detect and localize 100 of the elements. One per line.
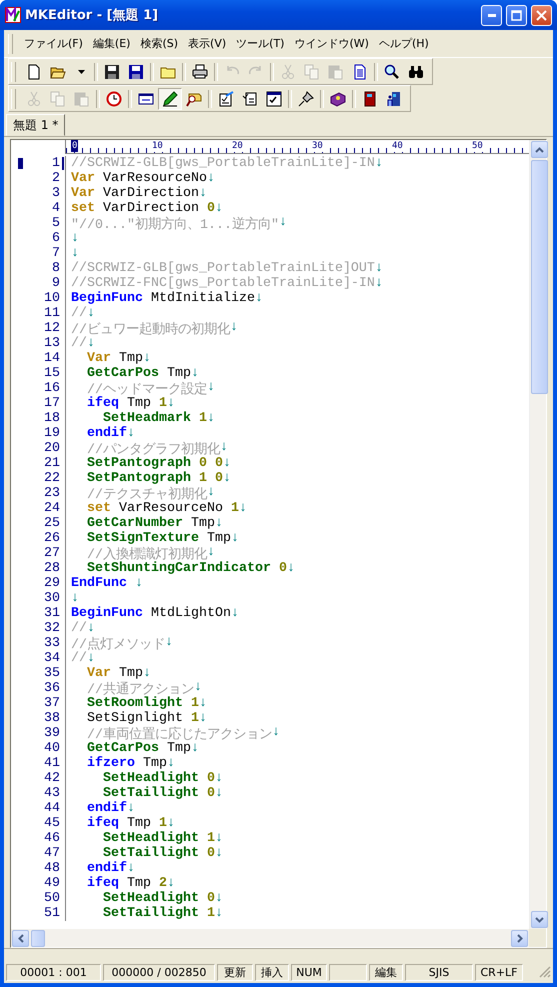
code-comment: //車両位置に応じたアクション xyxy=(86,726,272,742)
menu-item[interactable]: ヘルプ(H) xyxy=(374,34,434,53)
scissors-icon xyxy=(280,64,296,80)
code-comment: "//0..."初期方向、1...逆方向" xyxy=(71,216,279,232)
status-text: 00001 : 001 xyxy=(6,964,101,980)
line-number: 31 xyxy=(44,606,61,621)
text-caret xyxy=(62,157,64,170)
code-keyword: ifeq xyxy=(86,876,119,891)
app-icon xyxy=(5,7,21,23)
checklist-icon xyxy=(242,90,258,106)
line-number: 13 xyxy=(44,336,61,351)
code-number: 0 xyxy=(206,786,215,801)
line-break-mark: ↓ xyxy=(230,606,239,621)
code-text: Tmp xyxy=(126,396,152,411)
line-number: 24 xyxy=(44,501,61,516)
line-break-mark: ↓ xyxy=(198,711,207,726)
code-keyword: endif xyxy=(86,801,127,816)
code-comment: //SCRWIZ-GLB[gws_PortableTrainLite]-IN xyxy=(71,156,375,171)
menu-item[interactable]: 編集(E) xyxy=(88,34,136,53)
code-number: 1 xyxy=(159,816,167,831)
scroll-up-button[interactable] xyxy=(531,141,548,158)
line-break-mark: ↓ xyxy=(214,201,223,216)
code-text: MtdInitialize xyxy=(150,291,255,306)
line-number: 47 xyxy=(44,846,61,861)
code-text: Tmp xyxy=(206,531,231,546)
line-number: 33 xyxy=(44,636,61,651)
code-number: 1 xyxy=(159,396,167,411)
line-break-mark: ↓ xyxy=(222,471,231,486)
code-comment: //共通アクション xyxy=(86,680,194,698)
line-break-mark: ↓ xyxy=(194,680,202,696)
code-command: SetTaillight xyxy=(102,786,199,801)
window-title: MKEditor - [無題 1] xyxy=(25,7,160,24)
line-number: 7 xyxy=(52,246,61,261)
line-break-mark: ↓ xyxy=(214,831,223,846)
code-keyword: endif xyxy=(86,861,127,876)
code-number: 0 xyxy=(206,891,215,906)
binoculars-icon xyxy=(408,64,424,80)
scroll-down-button[interactable] xyxy=(531,911,548,928)
line-break-mark: ↓ xyxy=(214,891,223,906)
code-text: Tmp xyxy=(126,876,152,891)
line-break-mark: ↓ xyxy=(167,816,175,831)
maximize-icon xyxy=(511,10,522,20)
line-break-mark: ↓ xyxy=(254,291,263,306)
line-break-mark: ↓ xyxy=(167,396,175,411)
code-command: GetCarPos xyxy=(86,366,159,381)
code-comment: //テクスチャ初期化 xyxy=(86,486,207,502)
code-command: SetShuntingCarIndicator xyxy=(86,561,271,576)
menu-item[interactable]: ファイル(F) xyxy=(19,34,88,53)
line-break-mark: ↓ xyxy=(214,846,223,861)
code-comment: // xyxy=(71,621,87,636)
line-number: 51 xyxy=(44,906,61,921)
code-comment: //ヘッドマーク設定 xyxy=(86,380,207,398)
close-button[interactable] xyxy=(531,4,552,26)
scroll-thumb[interactable] xyxy=(531,160,548,394)
code-command: SetHeadlight xyxy=(102,771,199,786)
line-number: 35 xyxy=(44,666,61,681)
horizontal-scrollbar[interactable] xyxy=(11,929,529,947)
code-comment: //パンタグラフ初期化 xyxy=(86,440,220,458)
code-comment: //ビュワー起動時の初期化 xyxy=(71,320,230,338)
code-number: 0 0 xyxy=(198,456,223,471)
menu-item[interactable]: 表示(V) xyxy=(183,34,232,53)
line-number: 46 xyxy=(44,831,61,846)
code-number: 1 xyxy=(230,501,239,516)
code-number: 0 xyxy=(206,846,215,861)
line-number: 34 xyxy=(44,651,61,666)
line-number: 4 xyxy=(52,201,61,216)
minimize-button[interactable] xyxy=(481,4,502,26)
code-keyword: ifeq xyxy=(86,816,119,831)
code-command: GetCarNumber xyxy=(86,516,183,531)
code-number: 0 xyxy=(206,201,215,216)
line-number: 32 xyxy=(44,621,61,636)
scroll-left-button[interactable] xyxy=(12,930,29,946)
line-number: 48 xyxy=(44,861,61,876)
scroll-right-button[interactable] xyxy=(511,930,528,946)
line-number: 10 xyxy=(44,291,61,306)
paste-icon xyxy=(74,90,90,106)
menu-item[interactable]: ツール(T) xyxy=(231,34,290,53)
line-break-mark: ↓ xyxy=(127,861,135,876)
code-editor[interactable] xyxy=(10,139,547,948)
ruler-number: 40 xyxy=(391,140,404,152)
code-declaration: Var xyxy=(71,186,95,201)
line-break-mark: ↓ xyxy=(214,516,223,531)
maximize-button[interactable] xyxy=(506,4,527,26)
scroll-thumb[interactable] xyxy=(31,930,45,946)
menu-item[interactable]: 検索(S) xyxy=(135,34,184,53)
line-break-mark: ↓ xyxy=(238,501,247,516)
door-icon xyxy=(362,90,378,106)
ruler-number: 30 xyxy=(311,140,324,152)
vertical-scrollbar[interactable] xyxy=(529,140,546,929)
checkbox-window-icon xyxy=(266,90,282,106)
document-tab[interactable]: 無題 1 * xyxy=(6,114,66,136)
line-number: 28 xyxy=(44,561,61,576)
menu-item[interactable]: ウインドウ(W) xyxy=(289,34,374,53)
copy-icon xyxy=(50,90,66,106)
line-break-mark: ↓ xyxy=(87,336,95,351)
toolbar-button[interactable] xyxy=(158,88,182,110)
code-comment: //入換標識灯初期化 xyxy=(86,546,207,562)
line-break-mark: ↓ xyxy=(214,906,223,921)
code-number: 0 xyxy=(278,561,287,576)
line-break-mark: ↓ xyxy=(286,561,295,576)
